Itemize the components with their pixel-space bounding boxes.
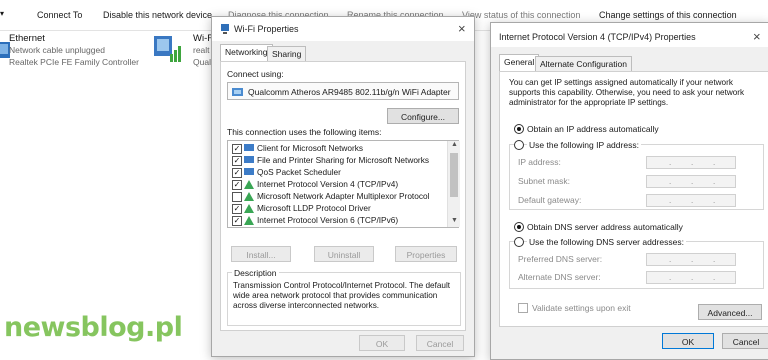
wifi-line-1: realt <box>193 45 210 55</box>
dns-group: Use the following DNS server addresses: … <box>509 237 764 289</box>
item-label: File and Printer Sharing for Microsoft N… <box>257 155 429 165</box>
client-icon <box>244 156 254 163</box>
close-icon[interactable]: × <box>458 21 466 36</box>
title-bar: Wi-Fi Properties × <box>212 17 474 41</box>
checkbox[interactable] <box>232 192 242 202</box>
protocol-icon <box>244 204 254 213</box>
ip-address-label: IP address: <box>518 157 561 167</box>
checkbox[interactable]: ✓ <box>232 204 242 214</box>
items-label: This connection uses the following items… <box>227 127 382 137</box>
checkbox[interactable]: ✓ <box>232 216 242 226</box>
description-group: Description Transmission Control Protoco… <box>227 268 461 326</box>
close-icon[interactable]: × <box>753 29 761 44</box>
wifi-adapter-icon <box>154 36 181 62</box>
dialog-title: Wi-Fi Properties <box>234 24 299 34</box>
intro-text: You can get IP settings assigned automat… <box>509 78 745 107</box>
adapter-icon <box>232 88 243 96</box>
obtain-dns-radio[interactable] <box>514 222 524 232</box>
alternate-dns-field[interactable]: ... <box>646 271 736 284</box>
tab-sharing[interactable]: Sharing <box>267 46 307 61</box>
tab-alternate-configuration[interactable]: Alternate Configuration <box>535 56 632 71</box>
organize-dropdown-icon[interactable]: ▾ <box>0 9 4 18</box>
description-text: Transmission Control Protocol/Internet P… <box>233 281 451 310</box>
ip-address-field[interactable]: ... <box>646 156 736 169</box>
general-panel: You can get IP settings assigned automat… <box>499 71 768 327</box>
uninstall-button[interactable]: Uninstall <box>314 246 374 262</box>
checkbox[interactable]: ✓ <box>232 144 242 154</box>
subnet-mask-field[interactable]: ... <box>646 175 736 188</box>
ok-button[interactable]: OK <box>359 335 405 351</box>
connect-to-button[interactable]: Connect To <box>37 10 82 20</box>
use-dns-radio[interactable] <box>514 237 524 247</box>
ip-group: Use the following IP address: IP address… <box>509 140 764 210</box>
items-list[interactable]: ✓ Client for Microsoft Networks ✓ File a… <box>227 140 460 228</box>
client-icon <box>244 144 254 151</box>
ok-button[interactable]: OK <box>662 333 714 349</box>
network-icon <box>221 24 229 34</box>
ethernet-device: Realtek PCIe FE Family Controller <box>9 57 139 67</box>
properties-button[interactable]: Properties <box>395 246 457 262</box>
list-scrollbar[interactable]: ▲ ▼ <box>447 141 460 227</box>
client-icon <box>244 168 254 175</box>
use-ip-radio[interactable] <box>514 140 524 150</box>
checkbox[interactable]: ✓ <box>232 168 242 178</box>
alternate-dns-label: Alternate DNS server: <box>518 272 601 282</box>
cancel-button[interactable]: Cancel <box>722 333 768 349</box>
wifi-line-2: Qual <box>193 57 211 67</box>
change-settings-button[interactable]: Change settings of this connection <box>599 10 737 20</box>
ipv4-properties-dialog: Internet Protocol Version 4 (TCP/IPv4) P… <box>490 22 768 360</box>
advanced-button[interactable]: Advanced... <box>698 304 762 320</box>
item-label: Client for Microsoft Networks <box>257 143 364 153</box>
networking-panel: Connect using: Qualcomm Atheros AR9485 8… <box>220 61 466 331</box>
item-label: Microsoft LLDP Protocol Driver <box>257 203 371 213</box>
preferred-dns-field[interactable]: ... <box>646 253 736 266</box>
item-label: QoS Packet Scheduler <box>257 167 341 177</box>
view-status-button[interactable]: View status of this connection <box>462 10 580 20</box>
default-gateway-field[interactable]: ... <box>646 194 736 207</box>
protocol-icon <box>244 216 254 225</box>
obtain-ip-radio[interactable] <box>514 124 524 134</box>
disable-device-button[interactable]: Disable this network device <box>103 10 212 20</box>
dialog-title: Internet Protocol Version 4 (TCP/IPv4) P… <box>499 32 696 42</box>
item-label: Internet Protocol Version 6 (TCP/IPv6) <box>257 215 399 225</box>
checkbox[interactable]: ✓ <box>232 180 242 190</box>
scroll-thumb[interactable] <box>450 153 458 197</box>
protocol-icon <box>244 180 254 189</box>
watermark: newsblog.pl <box>4 312 183 343</box>
ethernet-status: Network cable unplugged <box>9 45 105 55</box>
validate-checkbox[interactable] <box>518 303 528 313</box>
ethernet-name: Ethernet <box>9 33 45 44</box>
obtain-dns-label: Obtain DNS server address automatically <box>527 222 683 232</box>
configure-button[interactable]: Configure... <box>387 108 459 124</box>
validate-label: Validate settings upon exit <box>532 303 631 313</box>
checkbox[interactable]: ✓ <box>232 156 242 166</box>
obtain-ip-label: Obtain an IP address automatically <box>527 124 659 134</box>
item-label: Microsoft Network Adapter Multiplexor Pr… <box>257 191 430 201</box>
tab-general[interactable]: General <box>499 54 540 71</box>
preferred-dns-label: Preferred DNS server: <box>518 254 603 264</box>
cancel-button[interactable]: Cancel <box>416 335 464 351</box>
use-dns-label: Use the following DNS server addresses: <box>527 237 686 247</box>
tab-networking[interactable]: Networking <box>220 44 273 61</box>
description-label: Description <box>232 268 279 278</box>
title-bar: Internet Protocol Version 4 (TCP/IPv4) P… <box>491 23 768 47</box>
adapter-name: Qualcomm Atheros AR9485 802.11b/g/n WiFi… <box>248 87 451 97</box>
protocol-icon <box>244 192 254 201</box>
use-ip-label: Use the following IP address: <box>527 140 641 150</box>
install-button[interactable]: Install... <box>231 246 291 262</box>
default-gateway-label: Default gateway: <box>518 195 582 205</box>
item-label: Internet Protocol Version 4 (TCP/IPv4) <box>257 179 399 189</box>
scroll-up-icon[interactable]: ▲ <box>451 141 458 148</box>
wifi-properties-dialog: Wi-Fi Properties × Networking Sharing Co… <box>211 16 475 357</box>
adapter-box: Qualcomm Atheros AR9485 802.11b/g/n WiFi… <box>227 82 459 100</box>
connect-using-label: Connect using: <box>227 69 284 79</box>
scroll-down-icon[interactable]: ▼ <box>451 217 458 224</box>
subnet-mask-label: Subnet mask: <box>518 176 570 186</box>
